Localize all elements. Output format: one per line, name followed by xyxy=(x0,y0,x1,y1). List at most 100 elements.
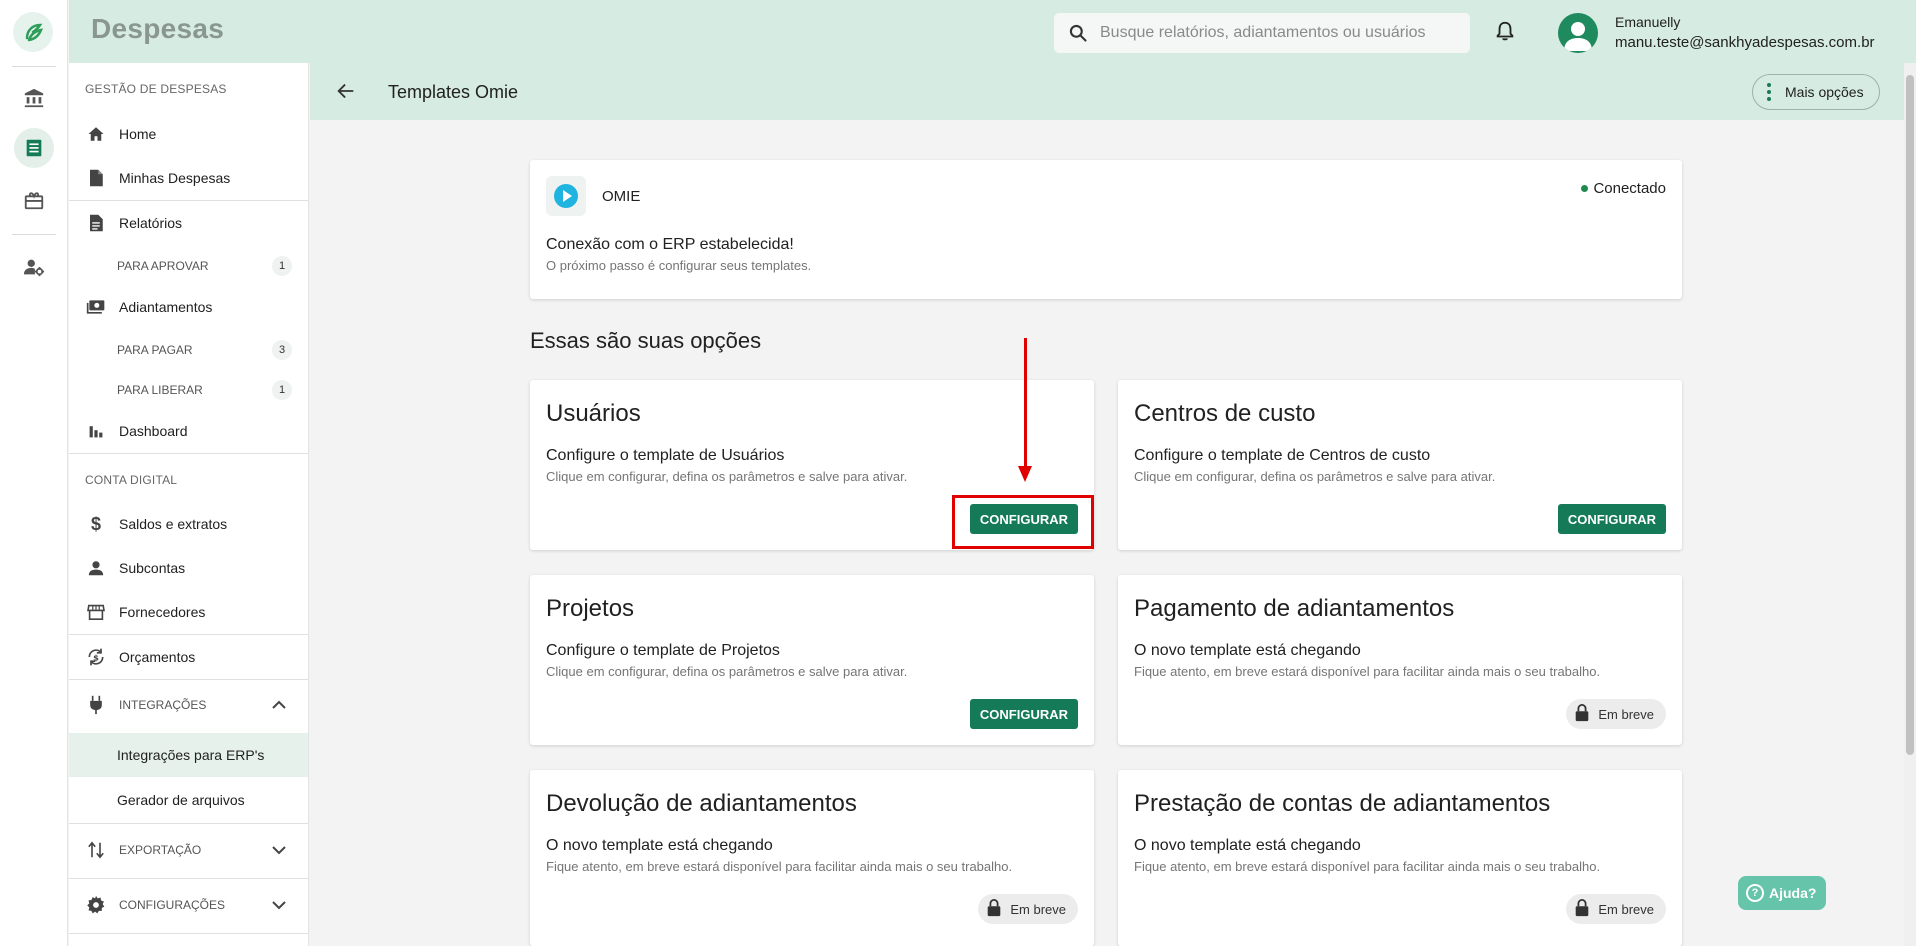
card-title: Devolução de adiantamentos xyxy=(546,790,857,817)
search-icon xyxy=(1069,24,1087,42)
card-subtitle: O novo template está chegando xyxy=(1134,642,1361,659)
sidebar-item-orcamentos[interactable]: $ Orçamentos xyxy=(69,637,308,677)
sidebar-item-label: Minhas Despesas xyxy=(119,170,231,186)
template-card-pagamento: Pagamento de adiantamentos O novo templa… xyxy=(1118,575,1682,745)
sidebar-item-gerador[interactable]: Gerador de arquivos xyxy=(69,778,308,822)
status-dot-icon xyxy=(1581,185,1589,192)
coming-soon-badge: Em breve xyxy=(1566,894,1666,924)
benefits-icon[interactable] xyxy=(14,180,54,220)
sidebar-item-integracoes-erp[interactable]: Integrações para ERP's xyxy=(69,733,308,777)
omie-logo-icon xyxy=(546,176,586,216)
card-subtitle: O novo template está chegando xyxy=(546,837,773,854)
sidebar-item-subcontas[interactable]: Subcontas xyxy=(69,548,308,588)
lock-icon xyxy=(986,898,1002,920)
sidebar-item-label: Dashboard xyxy=(119,423,188,439)
search-input[interactable] xyxy=(1100,24,1450,42)
plug-icon xyxy=(86,695,106,715)
notifications-bell-icon[interactable] xyxy=(1494,19,1516,48)
gear-icon xyxy=(86,895,106,915)
chevron-down-icon xyxy=(272,842,286,860)
user-settings-icon[interactable] xyxy=(14,247,54,287)
page-header: Templates Omie Mais opções xyxy=(310,63,1916,120)
expenses-icon[interactable] xyxy=(14,128,54,168)
count-badge: 3 xyxy=(272,340,292,360)
sidebar-divider xyxy=(69,878,308,879)
sidebar-section-conta: CONTA DIGITAL xyxy=(85,473,178,487)
sidebar-divider xyxy=(69,823,308,824)
sidebar-item-dashboard[interactable]: Dashboard xyxy=(69,411,308,451)
card-description: Fique atento, em breve estará disponível… xyxy=(1134,664,1601,679)
annotation-arrow-head-icon xyxy=(1018,466,1032,482)
document-icon xyxy=(86,168,106,188)
sidebar-sub-para-liberar[interactable]: PARA LIBERAR 1 xyxy=(69,371,308,409)
user-name[interactable]: Emanuelly xyxy=(1615,14,1680,30)
options-heading: Essas são suas opções xyxy=(530,328,762,353)
sidebar-group-configuracoes[interactable]: CONFIGURAÇÕES xyxy=(69,883,308,927)
scrollbar-thumb[interactable] xyxy=(1906,75,1914,755)
card-description: Clique em configurar, defina os parâmetr… xyxy=(1134,469,1496,484)
sidebar-divider xyxy=(69,634,308,635)
budget-cycle-icon: $ xyxy=(86,647,106,667)
sidebar-item-adiantamentos[interactable]: Adiantamentos xyxy=(69,287,308,327)
template-card-projetos: Projetos Configure o template de Projeto… xyxy=(530,575,1094,745)
sidebar-item-label: Saldos e extratos xyxy=(119,516,228,532)
help-icon: ? xyxy=(1746,884,1764,902)
card-subtitle: Configure o template de Centros de custo xyxy=(1134,447,1431,464)
card-description: Clique em configurar, defina os parâmetr… xyxy=(546,469,908,484)
sidebar-item-label: Home xyxy=(119,126,157,142)
coming-soon-label: Em breve xyxy=(1598,706,1654,722)
app-title: Despesas xyxy=(91,13,225,44)
sidebar-group-label: CONFIGURAÇÕES xyxy=(119,898,226,912)
help-button[interactable]: ? Ajuda? xyxy=(1738,876,1826,910)
connection-subtitle: O próximo passo é configurar seus templa… xyxy=(546,258,812,273)
store-icon xyxy=(86,602,106,622)
sidebar-item-fornecedores[interactable]: Fornecedores xyxy=(69,592,308,632)
bank-icon[interactable] xyxy=(14,78,54,118)
sidebar-item-saldos[interactable]: $ Saldos e extratos xyxy=(69,504,308,544)
sidebar-item-home[interactable]: Home xyxy=(69,114,308,154)
dollar-icon: $ xyxy=(90,513,101,534)
brand-logo-icon[interactable] xyxy=(13,12,53,52)
sidebar-divider xyxy=(69,453,308,454)
sidebar: GESTÃO DE DESPESAS Home Minhas Despesas … xyxy=(69,63,309,946)
lock-icon xyxy=(1574,898,1590,920)
money-icon xyxy=(86,297,106,317)
erp-name: OMIE xyxy=(602,188,641,205)
coming-soon-badge: Em breve xyxy=(1566,699,1666,729)
sidebar-sub-label: PARA PAGAR xyxy=(117,343,193,357)
template-card-devolucao: Devolução de adiantamentos O novo templa… xyxy=(530,770,1094,946)
person-icon xyxy=(86,558,106,578)
sidebar-item-minhas-despesas[interactable]: Minhas Despesas xyxy=(69,158,308,198)
sidebar-group-integracoes[interactable]: INTEGRAÇÕES xyxy=(69,683,308,727)
chevron-up-icon xyxy=(272,697,286,715)
card-subtitle: O novo template está chegando xyxy=(1134,837,1361,854)
sidebar-section-gestao: GESTÃO DE DESPESAS xyxy=(85,82,227,96)
top-bar: Despesas Emanuelly manu.teste@sankhyades… xyxy=(69,0,1916,63)
search-box[interactable] xyxy=(1054,13,1470,53)
sidebar-item-label: Adiantamentos xyxy=(119,299,213,315)
sidebar-sub-para-pagar[interactable]: PARA PAGAR 3 xyxy=(69,331,308,369)
rail-divider xyxy=(12,66,56,67)
sidebar-divider xyxy=(69,200,308,201)
coming-soon-badge: Em breve xyxy=(978,894,1078,924)
sidebar-sub-label: PARA LIBERAR xyxy=(117,383,203,397)
more-vertical-icon xyxy=(1767,83,1771,101)
configurar-centros-custo-button[interactable]: CONFIGURAR xyxy=(1557,504,1666,534)
sidebar-item-label: Subcontas xyxy=(119,560,186,576)
user-email[interactable]: manu.teste@sankhyadespesas.com.br xyxy=(1615,34,1875,51)
configurar-projetos-button[interactable]: CONFIGURAR xyxy=(969,699,1078,729)
sidebar-item-label: Integrações para ERP's xyxy=(117,747,265,763)
sidebar-sub-para-aprovar[interactable]: PARA APROVAR 1 xyxy=(69,247,308,285)
avatar[interactable] xyxy=(1558,13,1598,53)
sidebar-group-exportacao[interactable]: EXPORTAÇÃO xyxy=(69,828,308,872)
app-rail xyxy=(0,0,68,946)
back-arrow-icon[interactable] xyxy=(335,80,357,107)
card-subtitle: Configure o template de Projetos xyxy=(546,642,780,659)
bar-chart-icon xyxy=(86,421,106,441)
sidebar-group-label: INTEGRAÇÕES xyxy=(119,698,207,712)
user-avatar-icon xyxy=(1564,22,1592,51)
page-scrollbar[interactable] xyxy=(1904,63,1916,946)
sidebar-item-relatorios[interactable]: Relatórios xyxy=(69,203,308,243)
svg-text:$: $ xyxy=(93,652,99,662)
more-options-button[interactable]: Mais opções xyxy=(1752,74,1880,110)
